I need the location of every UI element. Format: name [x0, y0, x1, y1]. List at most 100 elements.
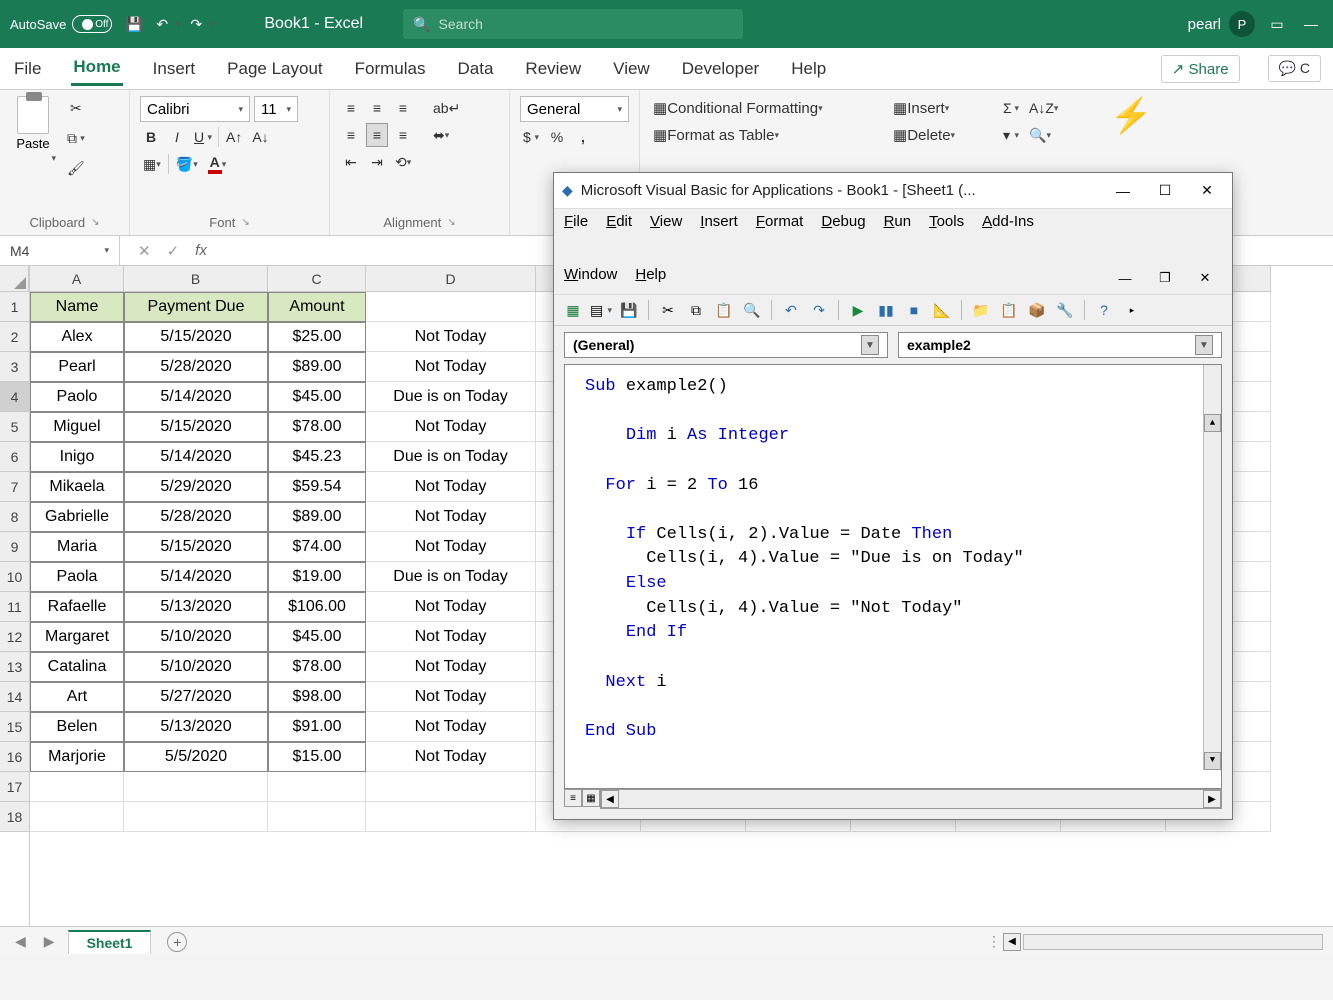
vba-child-restore[interactable]: ❐: [1148, 266, 1182, 290]
underline-button[interactable]: U▾: [192, 125, 214, 149]
cell[interactable]: Not Today: [366, 592, 536, 622]
paste-icon[interactable]: 📋: [713, 299, 735, 321]
cell[interactable]: Mikaela: [30, 472, 124, 502]
row-header-4[interactable]: 4: [0, 382, 29, 412]
ribbon-options-icon[interactable]: ▭: [1265, 12, 1289, 36]
find-icon[interactable]: 🔍: [741, 299, 763, 321]
cell[interactable]: Paola: [30, 562, 124, 592]
fx-icon[interactable]: fx: [195, 242, 207, 260]
indent-inc-icon[interactable]: ⇥: [366, 150, 388, 174]
col-header-A[interactable]: A: [30, 266, 124, 292]
cell[interactable]: Not Today: [366, 352, 536, 382]
percent-icon[interactable]: %: [546, 125, 568, 149]
indent-dec-icon[interactable]: ⇤: [340, 150, 362, 174]
vba-minimize[interactable]: —: [1106, 179, 1140, 203]
tab-view[interactable]: View: [611, 53, 652, 85]
row-header-16[interactable]: 16: [0, 742, 29, 772]
cell[interactable]: Inigo: [30, 442, 124, 472]
row-header-18[interactable]: 18: [0, 802, 29, 832]
vba-code-editor[interactable]: Sub example2() Dim i As Integer For i = …: [564, 364, 1222, 789]
tab-data[interactable]: Data: [456, 53, 496, 85]
sort-icon[interactable]: A↓Z▾: [1026, 96, 1061, 120]
grow-font-icon[interactable]: A↑: [223, 125, 245, 149]
cell[interactable]: 5/13/2020: [124, 712, 268, 742]
cell[interactable]: 5/10/2020: [124, 622, 268, 652]
cell[interactable]: 5/29/2020: [124, 472, 268, 502]
full-view-icon[interactable]: ▦: [582, 789, 600, 807]
cell[interactable]: Rafaelle: [30, 592, 124, 622]
vscroll-down[interactable]: ▼: [1204, 752, 1221, 770]
row-header-8[interactable]: 8: [0, 502, 29, 532]
cell[interactable]: [124, 772, 268, 802]
align-bot-icon[interactable]: ≡: [392, 96, 414, 120]
add-sheet-button[interactable]: +: [167, 932, 187, 952]
cell[interactable]: $98.00: [268, 682, 366, 712]
hscroll-left[interactable]: ◀: [1003, 933, 1021, 951]
enter-icon[interactable]: ✓: [167, 242, 180, 260]
cell[interactable]: Alex: [30, 322, 124, 352]
cell[interactable]: 5/15/2020: [124, 532, 268, 562]
cell[interactable]: Not Today: [366, 652, 536, 682]
properties-icon[interactable]: 📋: [998, 299, 1020, 321]
cell[interactable]: [268, 772, 366, 802]
row-header-2[interactable]: 2: [0, 322, 29, 352]
cell[interactable]: Payment Due: [124, 292, 268, 322]
vba-object-dropdown[interactable]: (General)▼: [564, 332, 888, 358]
cell[interactable]: $45.00: [268, 622, 366, 652]
cancel-icon[interactable]: ✕: [138, 242, 151, 260]
row-header-6[interactable]: 6: [0, 442, 29, 472]
borders-icon[interactable]: ▦▾: [140, 152, 164, 176]
row-header-7[interactable]: 7: [0, 472, 29, 502]
cell[interactable]: Due is on Today: [366, 442, 536, 472]
cell[interactable]: [366, 292, 536, 322]
col-header-C[interactable]: C: [268, 266, 366, 292]
align-top-icon[interactable]: ≡: [340, 96, 362, 120]
font-selector[interactable]: Calibri▾: [140, 96, 250, 122]
cell[interactable]: $19.00: [268, 562, 366, 592]
cut-icon[interactable]: ✂: [64, 96, 88, 120]
fill-color-icon[interactable]: 🪣▾: [173, 152, 201, 176]
cell[interactable]: 5/14/2020: [124, 382, 268, 412]
cell[interactable]: Not Today: [366, 472, 536, 502]
cell[interactable]: 5/5/2020: [124, 742, 268, 772]
save-icon[interactable]: 💾: [122, 12, 146, 36]
row-header-17[interactable]: 17: [0, 772, 29, 802]
tab-file[interactable]: File: [12, 53, 43, 85]
account-button[interactable]: pearl P: [1188, 11, 1255, 37]
cell[interactable]: Catalina: [30, 652, 124, 682]
cell[interactable]: Gabrielle: [30, 502, 124, 532]
cell[interactable]: $25.00: [268, 322, 366, 352]
row-header-13[interactable]: 13: [0, 652, 29, 682]
redo-icon[interactable]: ↷: [808, 299, 830, 321]
tab-developer[interactable]: Developer: [680, 53, 762, 85]
tab-home[interactable]: Home: [71, 51, 122, 86]
vba-menu-run[interactable]: Run: [884, 213, 912, 230]
row-header-11[interactable]: 11: [0, 592, 29, 622]
format-painter-icon[interactable]: 🖌: [64, 156, 88, 180]
comma-icon[interactable]: ,: [572, 125, 594, 149]
row-header-14[interactable]: 14: [0, 682, 29, 712]
cell[interactable]: Miguel: [30, 412, 124, 442]
copy-icon[interactable]: ⧉: [685, 299, 707, 321]
vba-menu-tools[interactable]: Tools: [929, 213, 964, 230]
vscroll-up[interactable]: ▲: [1204, 414, 1221, 432]
cell[interactable]: 5/15/2020: [124, 322, 268, 352]
vba-menu-window[interactable]: Window: [564, 266, 617, 290]
cell[interactable]: Belen: [30, 712, 124, 742]
cell[interactable]: Paolo: [30, 382, 124, 412]
vba-menu-insert[interactable]: Insert: [700, 213, 738, 230]
vba-menu-format[interactable]: Format: [756, 213, 804, 230]
cell[interactable]: Not Today: [366, 412, 536, 442]
project-icon[interactable]: 📁: [970, 299, 992, 321]
col-header-B[interactable]: B: [124, 266, 268, 292]
vba-hscroll[interactable]: ◀▶: [600, 789, 1222, 809]
row-header-15[interactable]: 15: [0, 712, 29, 742]
cell[interactable]: [366, 802, 536, 832]
cell[interactable]: Art: [30, 682, 124, 712]
reset-icon[interactable]: ■: [903, 299, 925, 321]
vba-child-close[interactable]: ✕: [1188, 266, 1222, 290]
row-header-12[interactable]: 12: [0, 622, 29, 652]
cell[interactable]: 5/14/2020: [124, 562, 268, 592]
cell[interactable]: 5/13/2020: [124, 592, 268, 622]
vba-proc-dropdown[interactable]: example2▼: [898, 332, 1222, 358]
